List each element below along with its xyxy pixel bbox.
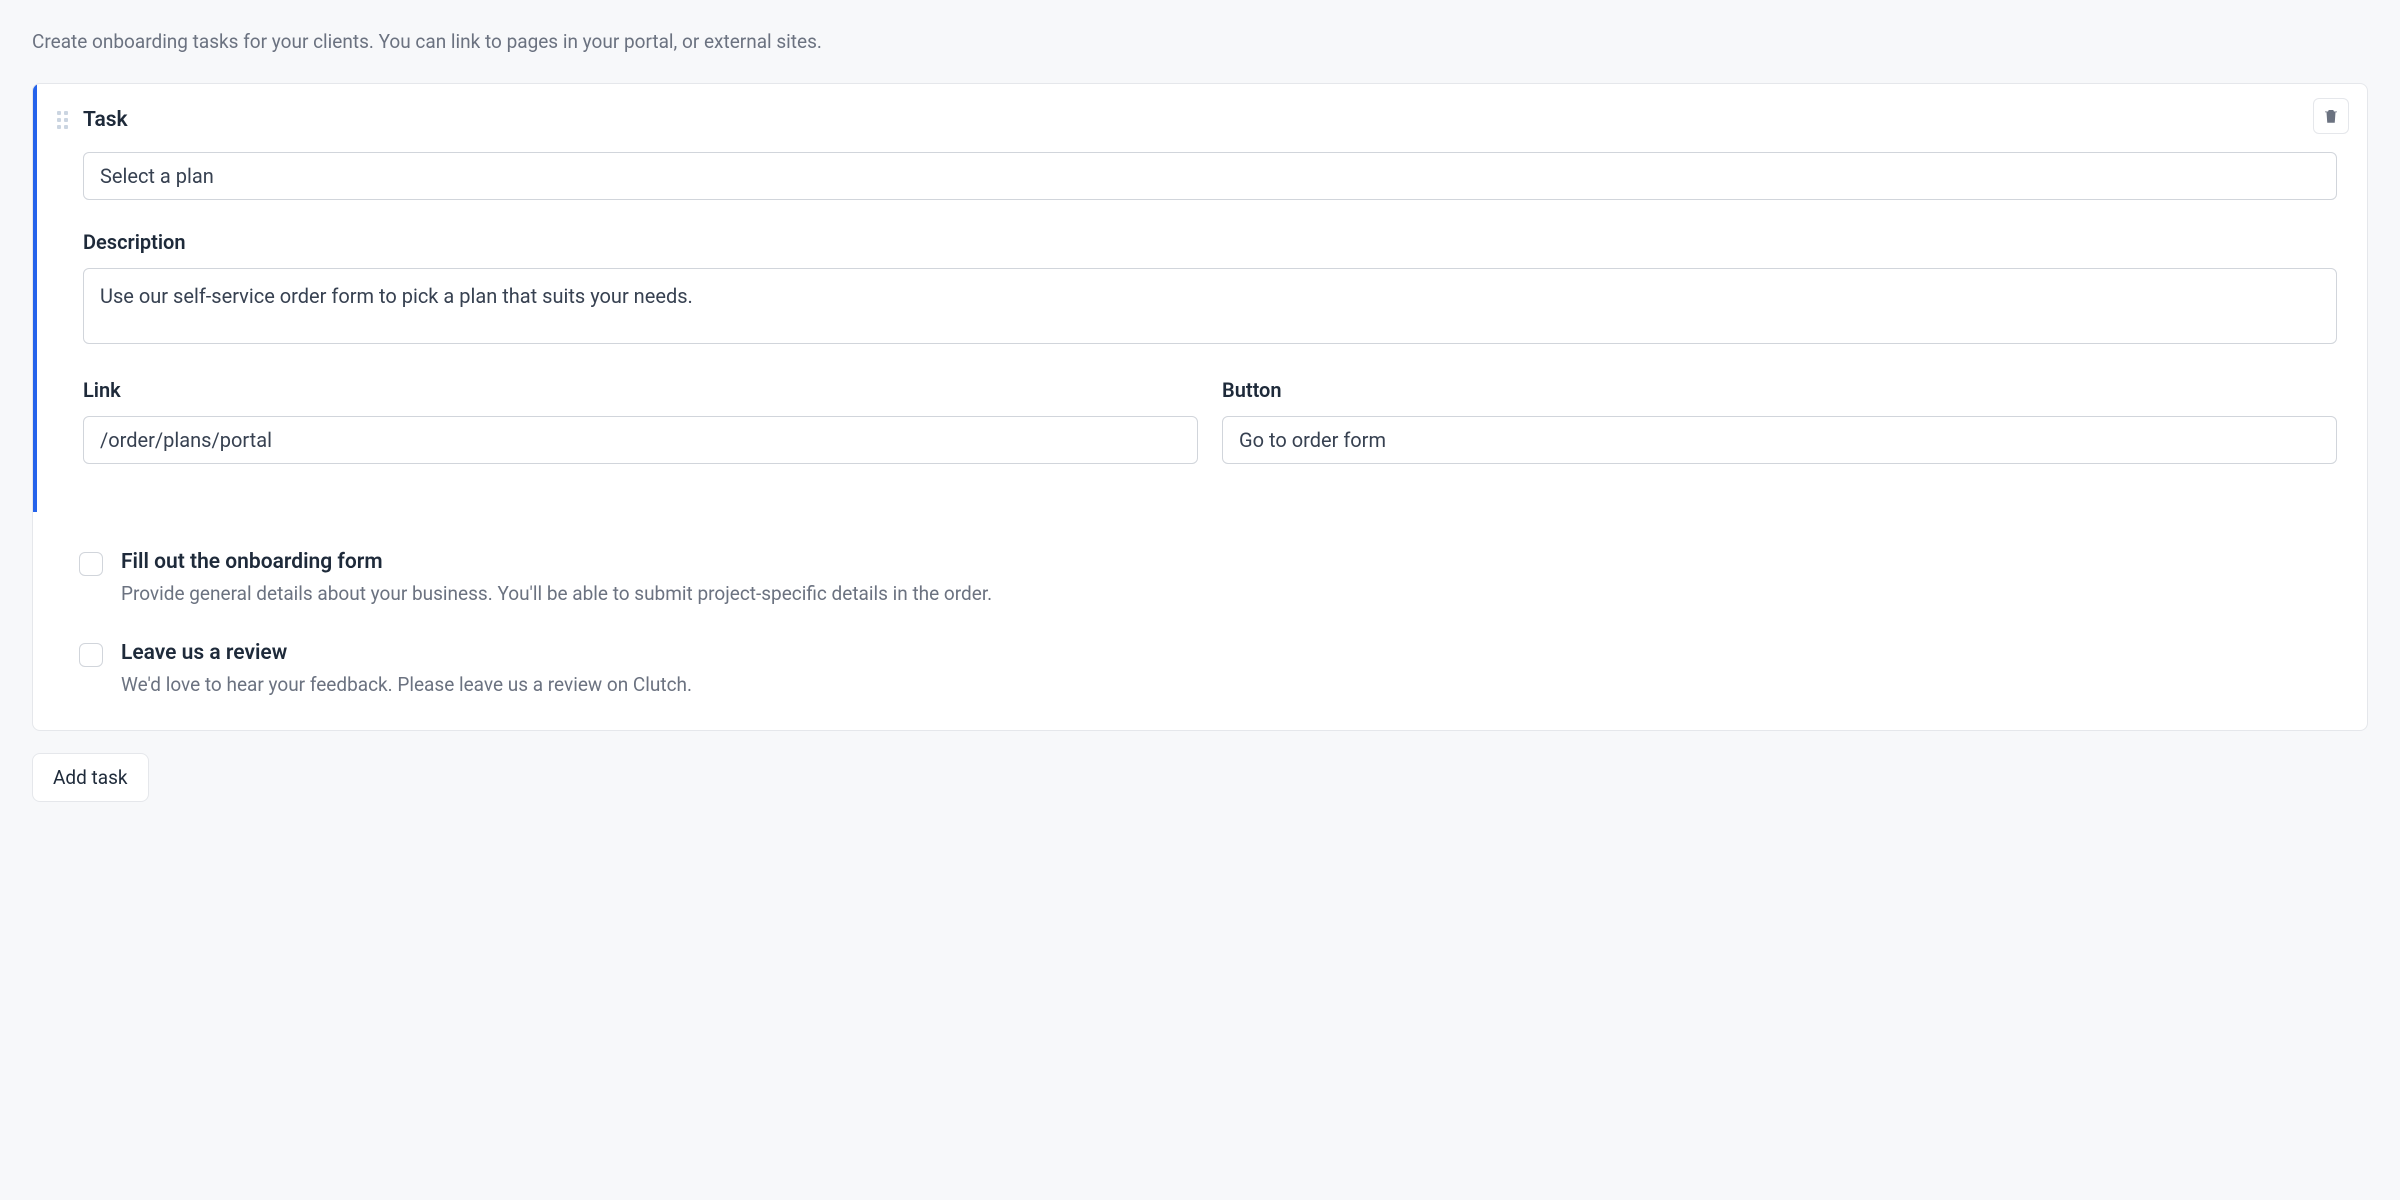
task-checkbox[interactable] — [79, 643, 103, 667]
task-editor-header: Task — [57, 108, 2337, 132]
task-item-title: Leave us a review — [121, 641, 692, 665]
task-editor: Task Description Link Button — [33, 84, 2367, 512]
task-item-description: We'd love to hear your feedback. Please … — [121, 673, 692, 696]
link-field-label: Link — [83, 378, 1198, 402]
delete-task-button[interactable] — [2313, 98, 2349, 134]
task-checkbox[interactable] — [79, 552, 103, 576]
onboarding-tasks-card: Task Description Link Button — [32, 83, 2368, 731]
drag-handle-icon[interactable] — [57, 111, 71, 129]
task-item-description: Provide general details about your busin… — [121, 582, 992, 605]
task-field-label: Task — [83, 108, 128, 132]
task-title-input[interactable] — [83, 152, 2337, 200]
task-list: Fill out the onboarding form Provide gen… — [33, 512, 2367, 730]
button-field-label: Button — [1222, 378, 2337, 402]
trash-icon — [2322, 107, 2340, 125]
task-item-title: Fill out the onboarding form — [121, 550, 992, 574]
add-task-button[interactable]: Add task — [32, 753, 149, 802]
task-row[interactable]: Leave us a review We'd love to hear your… — [79, 627, 2337, 702]
task-row[interactable]: Fill out the onboarding form Provide gen… — [79, 536, 2337, 627]
task-description-input[interactable] — [83, 268, 2337, 344]
page-intro: Create onboarding tasks for your clients… — [32, 30, 2368, 53]
task-link-input[interactable] — [83, 416, 1198, 464]
task-button-input[interactable] — [1222, 416, 2337, 464]
description-field-label: Description — [83, 230, 2337, 254]
